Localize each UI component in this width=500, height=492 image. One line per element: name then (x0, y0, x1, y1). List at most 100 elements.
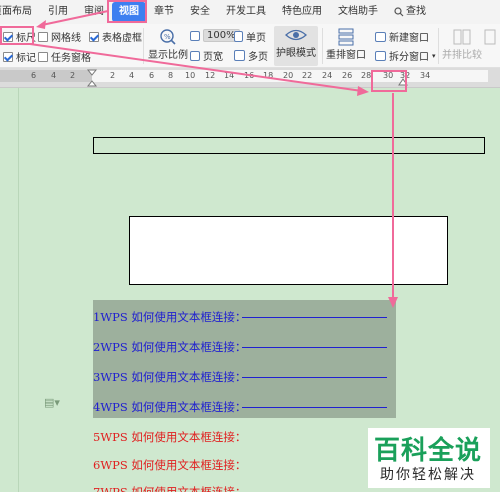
side-by-side-label: 并排比较 (442, 50, 482, 61)
ruler-number: 6 (31, 71, 37, 80)
tab-developer[interactable]: 开发工具 (218, 2, 274, 22)
ruler-number: 30 (383, 71, 394, 80)
single-page-icon (234, 31, 243, 42)
search-button[interactable]: 查找 (386, 2, 434, 22)
ruler-number: 26 (342, 71, 353, 80)
ruler-checkbox[interactable]: 标尺 (3, 29, 36, 44)
watermark-title: 百科全说 (374, 436, 483, 466)
horizontal-ruler[interactable]: 6 4 2 2 4 6 8 10 12 14 16 18 20 22 24 26… (0, 68, 500, 88)
tab-chapter[interactable]: 章节 (146, 2, 182, 22)
checkbox-unchecked-icon (38, 51, 48, 62)
ruler-number: 16 (244, 71, 255, 80)
divider (438, 28, 439, 64)
doc-line-5[interactable]: 5WPS 如何使用文本框连接： (93, 429, 246, 445)
chevron-down-icon: ▾ (432, 51, 436, 60)
new-window-label: 新建窗口 (389, 33, 429, 44)
ruler-number: 4 (129, 71, 135, 80)
display-ratio-label: 显示比例 (148, 50, 188, 61)
ruler-number: 24 (322, 71, 333, 80)
ruler-number: 28 (361, 71, 372, 80)
ruler-margin (0, 70, 92, 82)
watermark-logo: 百科全说 助你轻松解决 (368, 428, 490, 488)
doc-line-2[interactable]: 2WPS 如何使用文本框连接： (93, 339, 246, 355)
text-box-1[interactable] (93, 137, 485, 154)
checkbox-checked-icon (3, 31, 13, 42)
rearrange-window-label: 重排窗口 (326, 50, 366, 61)
zoom-100-button[interactable]: 100% (190, 29, 240, 42)
doc-line-1[interactable]: 1WPS 如何使用文本框连接： (93, 309, 246, 325)
pages-icon (484, 29, 496, 45)
eye-protection-label: 护眼模式 (276, 48, 316, 59)
underline (242, 407, 387, 408)
rearrange-window-button[interactable]: 重排窗口 (326, 28, 366, 61)
split-window-button[interactable]: 拆分窗口 ▾ (375, 48, 436, 63)
tab-doc-assistant[interactable]: 文档助手 (330, 2, 386, 22)
paste-options-icon[interactable]: ▤▾ (44, 396, 60, 409)
doc-line-3[interactable]: 3WPS 如何使用文本框连接： (93, 369, 246, 385)
table-gridlines-label: 表格虚框 (102, 33, 142, 44)
multi-page-button[interactable]: 多页 (234, 48, 268, 63)
divider (322, 28, 323, 64)
display-ratio-button[interactable]: % 显示比例 (148, 28, 188, 61)
single-page-label: 单页 (246, 33, 266, 44)
gridlines-checkbox[interactable]: 网格线 (38, 29, 81, 44)
ruler-number: 14 (224, 71, 235, 80)
ruler-number: 2 (110, 71, 116, 80)
tab-review[interactable]: 审阅 (76, 2, 112, 22)
ruler-label: 标尺 (16, 33, 36, 44)
ruler-number: 2 (70, 71, 76, 80)
svg-text:%: % (164, 33, 171, 41)
checkbox-checked-icon (89, 31, 99, 42)
search-icon (394, 7, 404, 17)
tab-security[interactable]: 安全 (182, 2, 218, 22)
gridlines-label: 网格线 (51, 33, 81, 44)
eye-protection-button[interactable]: 护眼模式 (274, 26, 318, 66)
doc-line-7[interactable]: 7WPS 如何使用文本框连接： (93, 484, 246, 492)
margin-line (18, 88, 19, 492)
more-button[interactable] (484, 28, 498, 46)
doc-line-4[interactable]: 4WPS 如何使用文本框连接： (93, 399, 246, 415)
ruler-number: 20 (283, 71, 294, 80)
ruler-number: 34 (420, 71, 431, 80)
ruler-number: 4 (51, 71, 57, 80)
markup-label: 标记 (16, 53, 36, 64)
underline (242, 347, 387, 348)
checkbox-unchecked-icon (38, 31, 48, 42)
right-indent-marker-icon[interactable] (398, 76, 408, 86)
side-by-side-button[interactable]: 并排比较 (442, 28, 482, 61)
zoom-100-icon (190, 30, 200, 41)
task-pane-label: 任务窗格 (51, 53, 91, 64)
task-pane-checkbox[interactable]: 任务窗格 (38, 49, 91, 64)
divider (143, 28, 144, 64)
split-window-icon (375, 50, 386, 61)
split-window-label: 拆分窗口 (389, 52, 429, 63)
page-width-label: 页宽 (203, 52, 223, 63)
view-ribbon: 标尺 网格线 表格虚框 标记 任务窗格 % 显示比例 100% 页宽 单页 多页… (0, 24, 500, 68)
watermark-subtitle: 助你轻松解决 (380, 467, 476, 483)
ruler-number: 18 (263, 71, 274, 80)
menu-tabs: 页面布局 引用 审阅 视图 章节 安全 开发工具 特色应用 文档助手 查找 (0, 0, 500, 24)
new-window-button[interactable]: 新建窗口 (375, 29, 429, 44)
eye-icon (285, 29, 307, 41)
tab-features[interactable]: 特色应用 (274, 2, 330, 22)
page-width-button[interactable]: 页宽 (190, 48, 223, 63)
ruler-number: 6 (149, 71, 155, 80)
tab-references[interactable]: 引用 (40, 2, 76, 22)
text-box-2[interactable] (129, 216, 448, 285)
single-page-button[interactable]: 单页 (234, 29, 266, 44)
new-window-icon (375, 31, 386, 42)
underline (242, 317, 387, 318)
tab-page-layout[interactable]: 页面布局 (0, 2, 40, 22)
rearrange-window-icon (338, 28, 354, 46)
compare-icon (453, 29, 471, 45)
multi-page-label: 多页 (248, 52, 268, 63)
ruler-number: 10 (185, 71, 196, 80)
markup-checkbox[interactable]: 标记 (3, 49, 36, 64)
ruler-number: 22 (302, 71, 313, 80)
tab-view[interactable]: 视图 (112, 2, 146, 22)
doc-line-6[interactable]: 6WPS 如何使用文本框连接： (93, 457, 246, 473)
table-gridlines-checkbox[interactable]: 表格虚框 (89, 29, 142, 44)
search-label: 查找 (406, 6, 426, 17)
zoom-icon: % (160, 29, 176, 45)
indent-marker-icon[interactable] (86, 68, 98, 88)
